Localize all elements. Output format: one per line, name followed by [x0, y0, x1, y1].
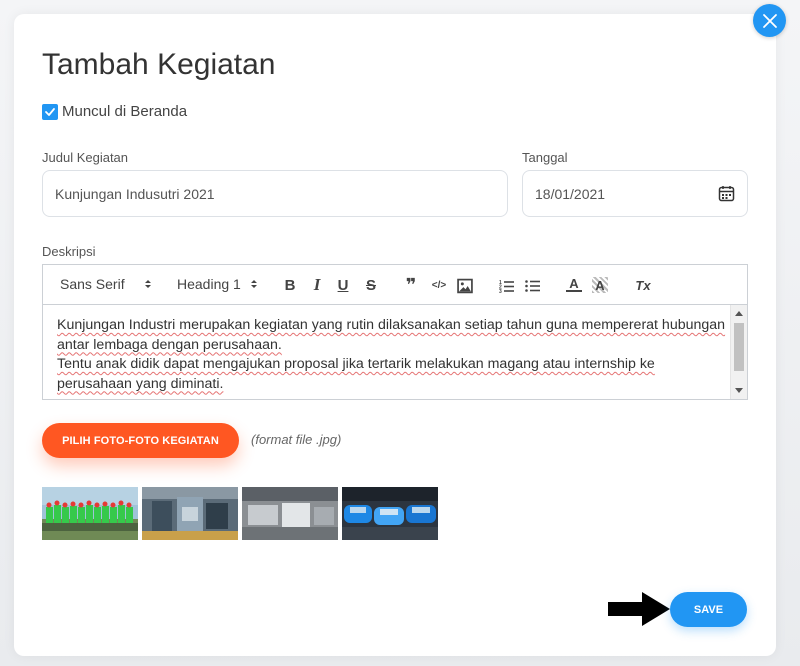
bold-button[interactable]: B [282, 277, 298, 294]
clear-format-button[interactable]: Tx [633, 277, 653, 293]
code-button[interactable]: </> [429, 277, 449, 293]
format-hint: (format file .jpg) [251, 432, 342, 447]
date-value: 18/01/2021 [535, 185, 606, 202]
title-input[interactable]: Kunjungan Indusutri 2021 [42, 170, 508, 217]
strike-button[interactable]: S [363, 277, 379, 294]
show-on-home-checkbox[interactable]: Muncul di Beranda [42, 103, 187, 120]
arrow-right-icon [608, 592, 670, 626]
quote-button[interactable]: ❞ [403, 275, 419, 296]
background-color-button[interactable]: A [592, 277, 608, 293]
title-field-label: Judul Kegiatan [42, 150, 129, 165]
svg-text:3: 3 [499, 289, 502, 294]
show-on-home-label: Muncul di Beranda [62, 103, 188, 120]
bullet-list-icon[interactable] [525, 278, 541, 294]
editor-scrollbar[interactable] [730, 305, 747, 399]
close-button[interactable] [753, 4, 786, 37]
font-select-value: Sans Serif [60, 276, 125, 292]
checkbox-box[interactable] [42, 103, 58, 120]
underline-button[interactable]: U [335, 277, 351, 294]
calendar-icon[interactable] [718, 185, 735, 202]
choose-photos-button[interactable]: PILIH FOTO-FOTO KEGIATAN [42, 423, 239, 458]
scroll-down-icon[interactable] [735, 388, 743, 393]
check-icon [45, 107, 55, 116]
photo-thumbnail-machinery[interactable] [142, 487, 238, 540]
text-color-button[interactable]: A [566, 276, 582, 292]
save-button[interactable]: SAVE [670, 592, 747, 627]
select-arrows-icon [250, 280, 257, 288]
page-title: Tambah Kegiatan [42, 48, 276, 81]
photo-thumbnail-group[interactable] [42, 487, 138, 540]
description-editor: Sans Serif Heading 1 B I U S ❞ </> 1 2 3 [42, 264, 748, 400]
close-icon [762, 13, 777, 28]
description-paragraph-2: Tentu anak didik dapat mengajukan propos… [57, 356, 655, 392]
photo-thumbnail-cars[interactable] [342, 487, 438, 540]
editor-toolbar: Sans Serif Heading 1 B I U S ❞ </> 1 2 3 [43, 265, 747, 305]
italic-button[interactable]: I [309, 275, 325, 294]
heading-select[interactable]: Heading 1 [177, 276, 259, 292]
editor-content[interactable]: Kunjungan Industri merupakan kegiatan ya… [43, 305, 747, 399]
scroll-up-icon[interactable] [735, 311, 743, 316]
description-label: Deskripsi [42, 244, 96, 259]
scroll-thumb[interactable] [734, 323, 744, 371]
description-paragraph-1: Kunjungan Industri merupakan kegiatan ya… [57, 317, 726, 353]
date-field-label: Tanggal [522, 150, 568, 165]
font-select[interactable]: Sans Serif [60, 276, 153, 292]
photo-thumbnail-factory[interactable] [242, 487, 338, 540]
ordered-list-icon[interactable]: 1 2 3 [499, 278, 515, 294]
image-icon[interactable] [457, 278, 473, 294]
select-arrows-icon [144, 280, 151, 288]
heading-select-value: Heading 1 [177, 276, 241, 292]
date-input[interactable]: 18/01/2021 [522, 170, 748, 217]
